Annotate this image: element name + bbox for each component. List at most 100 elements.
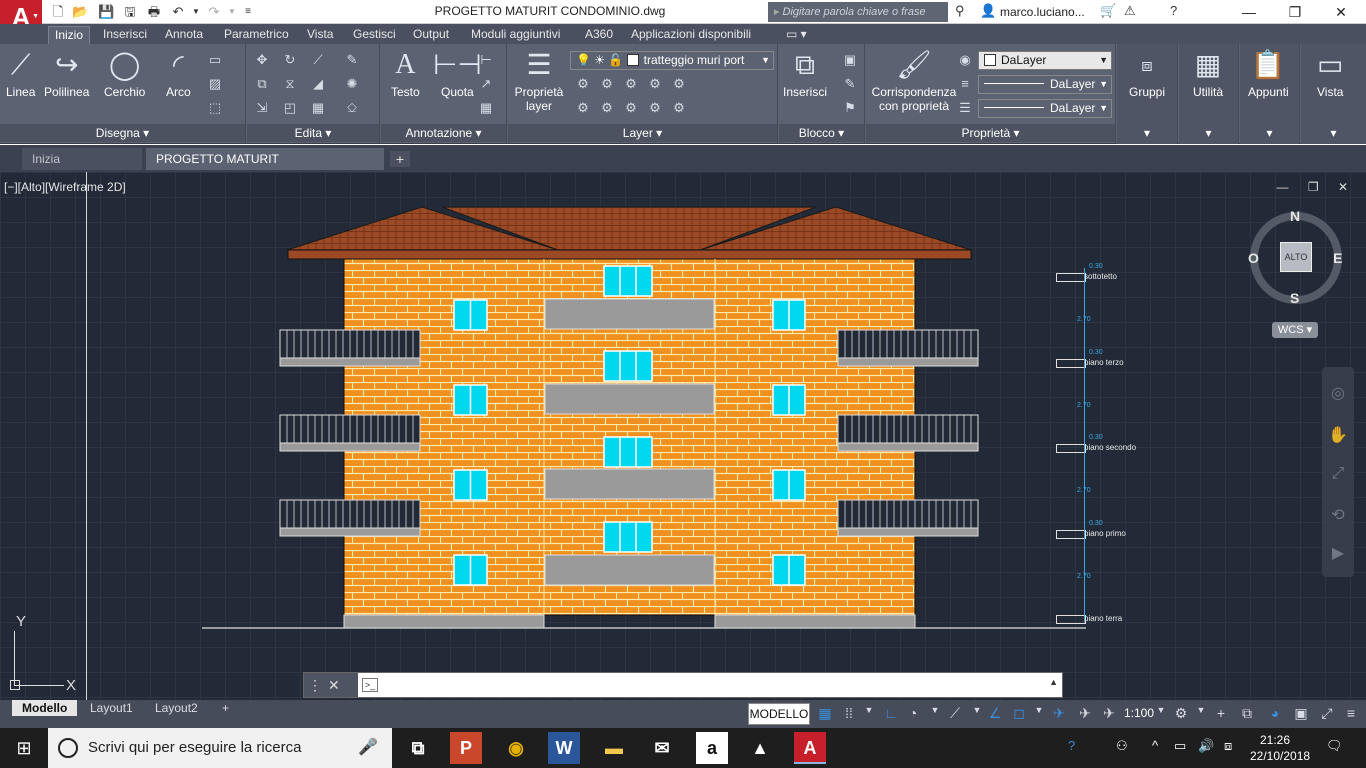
undo-icon[interactable]: ↶ <box>170 4 186 20</box>
fullscreen-icon[interactable]: ⤢ <box>1318 705 1336 722</box>
user-name[interactable]: marco.luciano... <box>1000 5 1085 19</box>
clipboard-button[interactable]: 📋 Appunti <box>1248 48 1289 99</box>
layer-tool-icon[interactable]: ⚙ <box>670 100 688 116</box>
volume-icon[interactable]: 🔊 <box>1198 738 1214 754</box>
tab-output[interactable]: Output <box>413 27 449 41</box>
scale-dropdown-icon[interactable]: ▼ <box>1152 705 1170 715</box>
tab-drawing[interactable]: PROGETTO MATURIT CONDOMINIO*✕ <box>146 148 384 188</box>
isodraft-dropdown-icon[interactable]: ▼ <box>968 705 986 715</box>
layer-tool-icon[interactable]: ⚙ <box>574 100 592 116</box>
osnap-dropdown-icon[interactable]: ▼ <box>1030 705 1048 715</box>
panel-title-edita[interactable]: Edita ▾ <box>247 124 379 142</box>
workspace-dropdown-icon[interactable]: ▼ <box>1192 705 1210 715</box>
close-button[interactable]: ✕ <box>1318 0 1364 24</box>
taskbar-search[interactable]: Scrivi qui per eseguire la ricerca 🎤 <box>48 728 392 768</box>
ortho-icon[interactable]: ∟ <box>882 705 900 721</box>
tab-annota[interactable]: Annota <box>165 27 203 41</box>
lineweight-dropdown[interactable]: DaLayer ▼ <box>978 99 1112 118</box>
match-properties-button[interactable]: 🖌 Corrispondenza con proprietà <box>868 48 960 113</box>
minimize-button[interactable]: — <box>1226 0 1272 24</box>
tab-vista[interactable]: Vista <box>307 27 333 41</box>
auto-scale-icon[interactable]: ✈ <box>1076 705 1094 722</box>
linear-dim-icon[interactable]: ⊢ <box>477 52 495 68</box>
layer-tool-icon[interactable]: ⚙ <box>574 76 592 92</box>
compass-west[interactable]: O <box>1248 250 1259 266</box>
snap-icon[interactable]: ⁞⁞ <box>840 705 858 721</box>
arc-button[interactable]: ◜ Arco <box>166 48 191 99</box>
clean-screen-icon[interactable]: ▣ <box>1292 705 1310 722</box>
panel-appunti[interactable]: 📋 Appunti ▾ <box>1240 44 1300 144</box>
help-icon[interactable]: ? <box>1170 3 1177 18</box>
pan-icon[interactable]: ✋ <box>1322 425 1354 445</box>
panel-title-disegna[interactable]: Disegna ▾ <box>0 124 245 142</box>
color-dropdown[interactable]: DaLayer ▼ <box>978 51 1112 70</box>
network-icon[interactable]: ⧈ <box>1224 738 1232 754</box>
task-view-icon[interactable]: ⧉ <box>402 732 434 764</box>
object-snap-icon[interactable]: ◻ <box>1010 705 1028 722</box>
file-explorer-icon[interactable]: ▬ <box>598 732 630 764</box>
undo-dropdown-icon[interactable]: ▼ <box>188 4 204 20</box>
battery-icon[interactable]: ▭ <box>1174 738 1186 754</box>
print-icon[interactable]: 🖶 <box>146 4 162 20</box>
stretch-icon[interactable]: ⇲ <box>253 100 271 116</box>
tab-gestisci[interactable]: Gestisci <box>353 27 396 41</box>
rotate-icon[interactable]: ↻ <box>281 52 299 68</box>
steering-wheel-icon[interactable]: ◎ <box>1322 383 1354 403</box>
text-button[interactable]: A Testo <box>391 48 420 99</box>
object-tracking-icon[interactable]: ∠ <box>986 705 1004 722</box>
connect-icon[interactable]: ⚠ <box>1124 3 1136 19</box>
open-file-icon[interactable]: 📂 <box>72 4 88 20</box>
zoom-icon[interactable]: ⤢ <box>1322 465 1354 483</box>
hatch-icon[interactable]: ▨ <box>206 76 224 92</box>
layer-dropdown[interactable]: 💡 ☀ 🔓 tratteggio muri port ▼ <box>570 51 774 70</box>
add-layout-button[interactable]: + <box>212 700 239 716</box>
compass-south[interactable]: S <box>1290 290 1299 306</box>
fillet-icon[interactable]: ◢ <box>309 76 327 92</box>
annotation-visibility-icon[interactable]: ✈ <box>1050 705 1068 722</box>
rectangle-icon[interactable]: ▭ <box>206 52 224 68</box>
polyline-button[interactable]: ↪ Polilinea <box>44 48 89 99</box>
tab-moduli-aggiuntivi[interactable]: Moduli aggiuntivi <box>471 27 560 41</box>
copy-icon[interactable]: ⧉ <box>253 76 271 92</box>
trim-icon[interactable]: ⟋ <box>309 52 327 68</box>
view-button[interactable]: ▭ Vista <box>1317 48 1343 99</box>
layer-tool-icon[interactable]: ⚙ <box>622 76 640 92</box>
leader-icon[interactable]: ↗ <box>477 76 495 92</box>
people-icon[interactable]: ⚇ <box>1116 738 1128 754</box>
utilities-button[interactable]: ▦ Utilità <box>1193 48 1223 99</box>
help-tray-icon[interactable]: ? <box>1068 738 1075 753</box>
customize-toolbar-icon[interactable]: ≡ <box>240 4 256 20</box>
cart-icon[interactable]: 🛒 <box>1100 3 1116 19</box>
plus-icon[interactable]: + <box>1212 705 1230 721</box>
line-button[interactable]: ⟋ Linea <box>6 48 35 99</box>
user-icon[interactable]: 👤 <box>980 3 996 19</box>
tab-applicazioni-disponibili[interactable]: Applicazioni disponibili <box>631 27 751 41</box>
save-icon[interactable]: 💾 <box>98 4 114 20</box>
panel-title-blocco[interactable]: Blocco ▾ <box>779 124 864 142</box>
save-as-icon[interactable]: 🖫 <box>122 4 138 20</box>
move-icon[interactable]: ✥ <box>253 52 271 68</box>
array-icon[interactable]: ▦ <box>309 100 327 116</box>
annotation-scale-icon[interactable]: ✈ <box>1100 705 1118 722</box>
showmotion-icon[interactable]: ▶ <box>1322 543 1354 563</box>
layer-properties-button[interactable]: ☰ Proprietà layer <box>514 48 564 113</box>
annotation-scale[interactable]: 1:100 <box>1124 706 1154 720</box>
drawing-canvas[interactable]: [−][Alto][Wireframe 2D] — ❐ ✕ sottotetto… <box>0 172 1366 700</box>
edit-block-icon[interactable]: ✎ <box>841 76 859 92</box>
insert-block-button[interactable]: ⧉ Inserisci <box>783 48 827 99</box>
compass-east[interactable]: E <box>1333 250 1342 266</box>
panel-title-layer[interactable]: Layer ▾ <box>508 124 777 142</box>
customize-icon[interactable]: ≡ <box>1342 705 1360 721</box>
view-expand[interactable]: ▾ <box>1301 124 1366 142</box>
new-tab-button[interactable]: + <box>390 151 410 167</box>
tab-parametrico[interactable]: Parametrico <box>224 27 289 41</box>
panel-title-proprieta[interactable]: Proprietà ▾ <box>866 124 1115 142</box>
layer-tool-icon[interactable]: ⚙ <box>598 100 616 116</box>
panel-title-annotazione[interactable]: Annotazione ▾ <box>381 124 506 142</box>
layer-tool-icon[interactable]: ⚙ <box>622 100 640 116</box>
tab-modello[interactable]: Modello <box>12 700 78 716</box>
explode-icon[interactable]: ✺ <box>343 76 361 92</box>
autocad-taskbar-icon[interactable]: A <box>794 732 826 764</box>
model-space-button[interactable]: MODELLO <box>748 703 810 725</box>
layer-tool-icon[interactable]: ⚙ <box>646 100 664 116</box>
